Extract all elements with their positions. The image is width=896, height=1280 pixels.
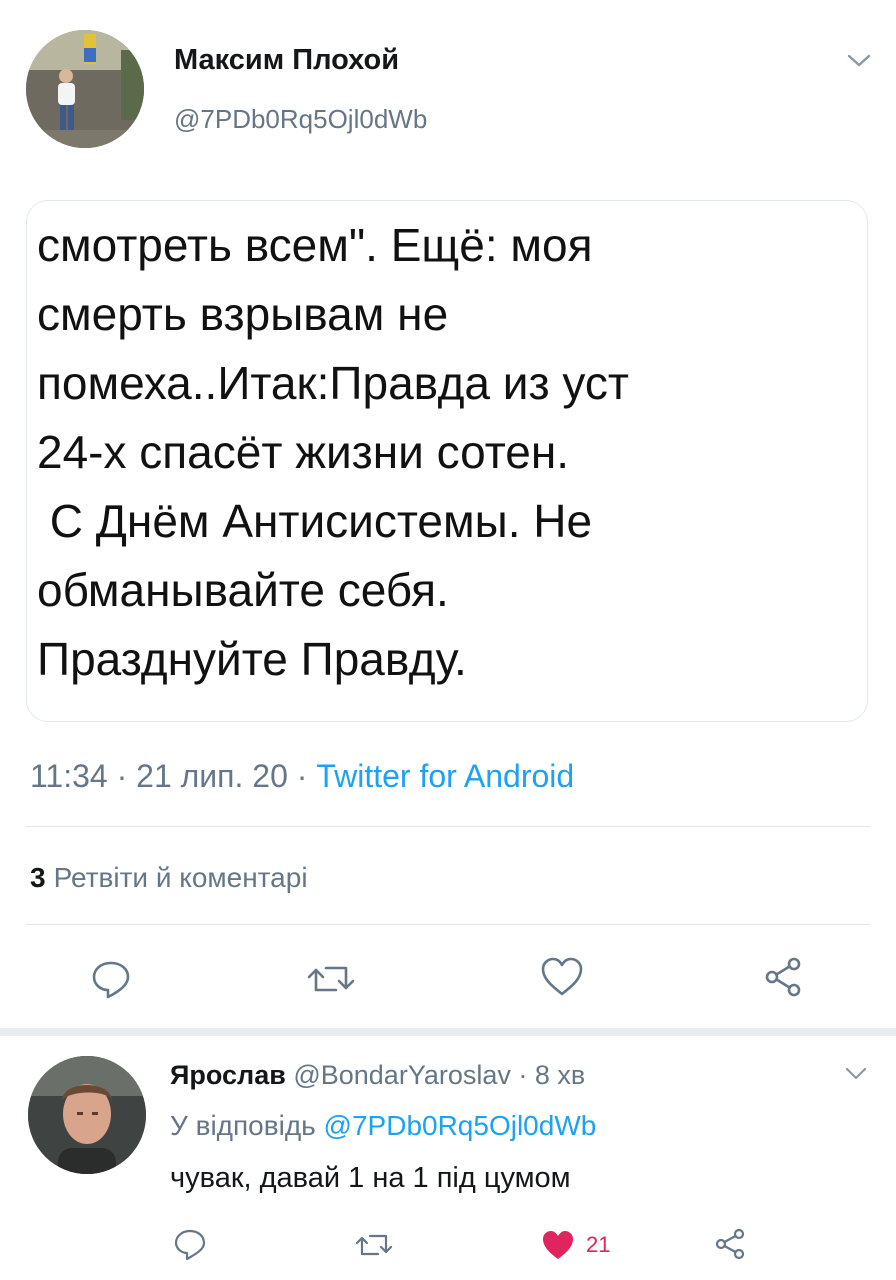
tweet-time: 11:34 [30, 758, 108, 794]
like-icon[interactable] [538, 954, 586, 1000]
like-count: 21 [586, 1232, 611, 1257]
reply-icon[interactable] [172, 1226, 208, 1262]
tweet-actions [0, 940, 896, 1020]
meta-separator: · [116, 758, 128, 794]
section-divider [0, 1028, 896, 1036]
like-icon-filled[interactable] [540, 1228, 576, 1262]
reply-text: чувак, давай 1 на 1 під цумом [170, 1162, 571, 1194]
retweet-stats[interactable]: 3 Ретвіти й коментарі [30, 862, 308, 894]
retweet-label: Ретвіти й коментарі [53, 862, 308, 893]
author-avatar[interactable] [26, 30, 144, 148]
quoted-tweet-card[interactable]: смотреть всем". Ещё: моя смерть взрывам … [26, 200, 868, 722]
meta-separator: · [296, 758, 308, 794]
retweet-icon[interactable] [306, 956, 356, 1002]
replying-to: У відповідь @7PDb0Rq5Ojl0dWb [170, 1110, 596, 1142]
share-icon[interactable] [760, 954, 806, 1000]
quoted-tweet-text: смотреть всем". Ещё: моя смерть взрывам … [37, 219, 629, 685]
tweet-date: 21 лип. 20 [136, 758, 288, 794]
chevron-down-icon[interactable] [846, 52, 872, 70]
divider [26, 826, 870, 827]
retweet-count: 3 [30, 862, 46, 893]
reply-author-handle[interactable]: @BondarYaroslav [293, 1060, 511, 1090]
tweet-meta: 11:34 · 21 лип. 20 · Twitter for Android [30, 758, 574, 795]
tweet-header: Максим Плохой @7PDb0Rq5Ojl0dWb [0, 0, 896, 180]
reply-icon[interactable] [88, 956, 134, 1002]
author-handle[interactable]: @7PDb0Rq5Ojl0dWb [174, 104, 427, 135]
replying-to-handle[interactable]: @7PDb0Rq5Ojl0dWb [324, 1110, 597, 1141]
retweet-icon[interactable] [354, 1228, 394, 1262]
divider [26, 924, 870, 925]
reply-author-avatar[interactable] [28, 1056, 146, 1174]
author-name[interactable]: Максим Плохой [174, 44, 399, 77]
replying-to-label: У відповідь [170, 1110, 316, 1141]
meta-separator: · [518, 1060, 528, 1090]
reply-header: Ярослав @BondarYaroslav · 8 хв [170, 1060, 585, 1091]
reply-author-name[interactable]: Ярослав [170, 1060, 286, 1090]
chevron-down-icon[interactable] [844, 1066, 868, 1082]
tweet-source-link[interactable]: Twitter for Android [316, 758, 574, 794]
reply-time: 8 хв [534, 1060, 586, 1090]
share-icon[interactable] [712, 1226, 748, 1262]
